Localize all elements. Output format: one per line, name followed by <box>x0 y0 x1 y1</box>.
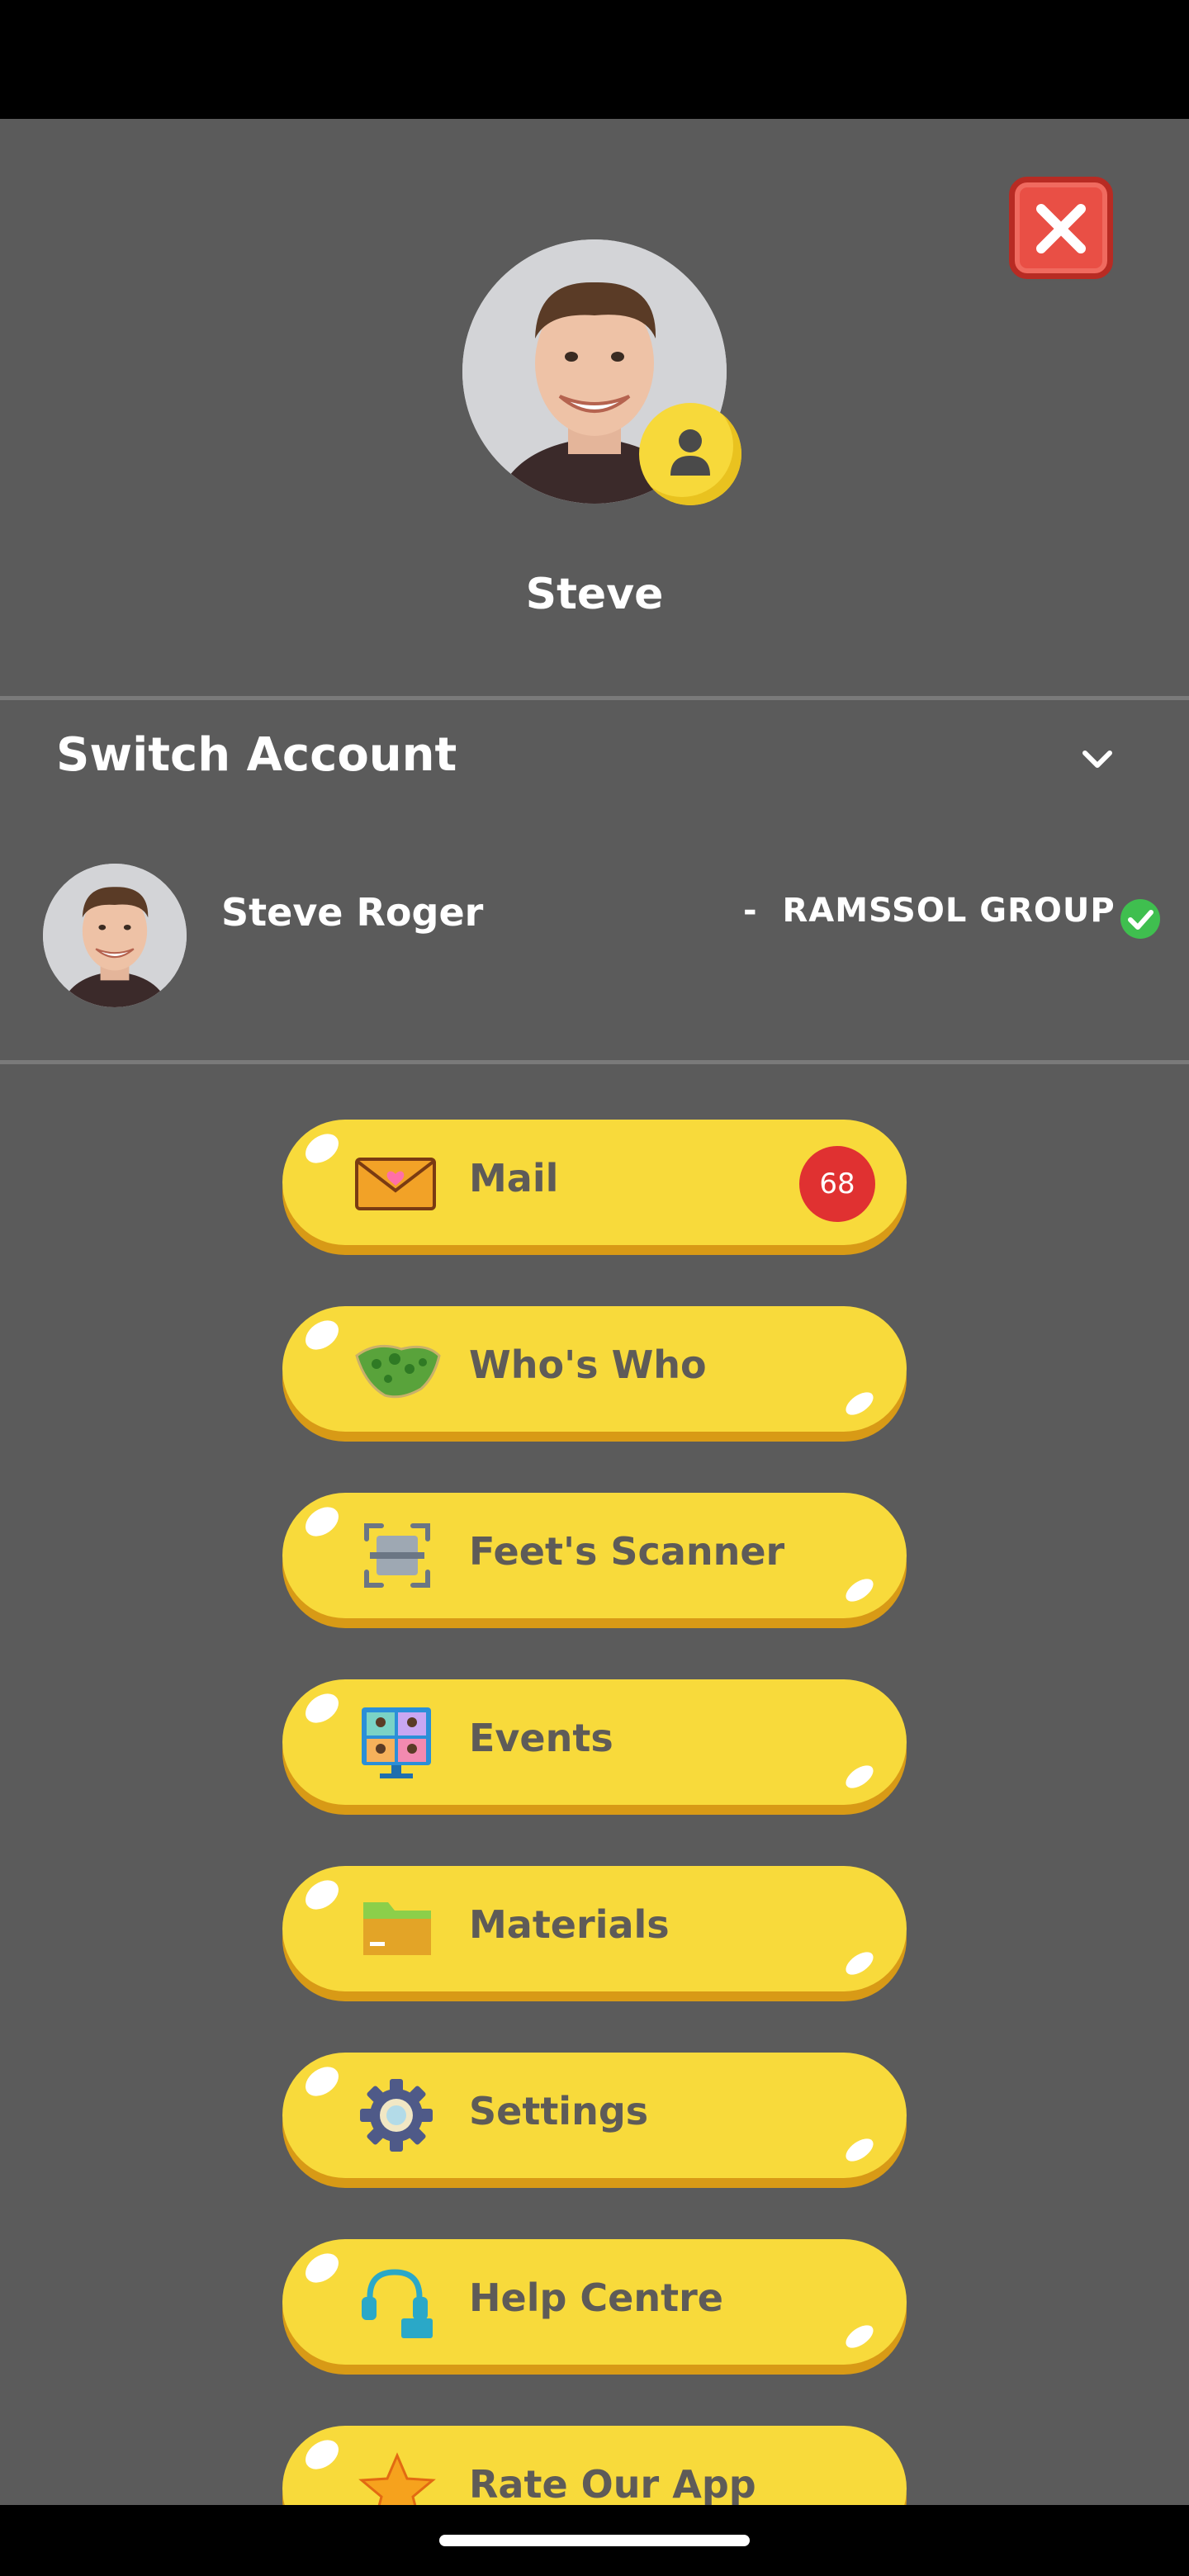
shine-highlight <box>300 1128 344 1169</box>
menu-label: Materials <box>469 1902 670 1947</box>
shine-highlight <box>841 1947 878 1980</box>
account-avatar-image <box>43 864 187 1007</box>
menu-label: Mail <box>469 1156 559 1200</box>
verified-check-icon <box>1120 899 1160 939</box>
shine-highlight <box>300 1688 344 1729</box>
map-icon <box>355 1344 441 1399</box>
org-label: RAMSSOL GROUP <box>782 892 1116 930</box>
shine-highlight <box>841 1574 878 1607</box>
scanner-icon <box>364 1523 430 1588</box>
shine-highlight <box>300 1874 344 1915</box>
account-avatar <box>43 864 187 1007</box>
person-icon <box>670 429 710 476</box>
video-call-icon <box>362 1707 431 1778</box>
chevron-down-icon[interactable] <box>1077 745 1118 774</box>
shine-highlight <box>300 2247 344 2289</box>
org-separator: - <box>743 892 758 930</box>
menu-label: Settings <box>469 2089 649 2133</box>
divider <box>0 696 1189 700</box>
folder-icon <box>363 1902 431 1955</box>
mail-icon <box>355 1158 436 1210</box>
close-button[interactable] <box>1009 177 1113 279</box>
menu-button-whos-who[interactable]: Who's Who <box>282 1306 907 1432</box>
shine-highlight <box>300 2061 344 2102</box>
home-indicator[interactable] <box>439 2535 750 2546</box>
status-bar <box>0 0 1189 119</box>
shine-highlight <box>841 1387 878 1420</box>
menu-label: Who's Who <box>469 1342 707 1387</box>
close-icon <box>1036 204 1086 253</box>
shine-highlight <box>841 1760 878 1793</box>
menu-label: Events <box>469 1716 613 1760</box>
gear-icon <box>360 2079 433 2152</box>
profile-name: Steve <box>525 570 664 619</box>
profile-avatar[interactable] <box>462 239 741 505</box>
switch-account-title: Switch Account <box>56 728 457 782</box>
menu-button-help-centre[interactable]: Help Centre <box>282 2239 907 2365</box>
shine-highlight <box>300 2434 344 2475</box>
account-organization: - RAMSSOL GROUP <box>743 892 1116 930</box>
divider <box>0 1060 1189 1064</box>
menu-label: Rate Our App <box>469 2462 756 2507</box>
shine-highlight <box>300 1501 344 1542</box>
menu-button-materials[interactable]: Materials <box>282 1866 907 1991</box>
profile-badge <box>639 403 741 505</box>
shine-highlight <box>841 2320 878 2353</box>
menu-button-events[interactable]: Events <box>282 1679 907 1805</box>
shine-highlight <box>841 2133 878 2166</box>
account-row[interactable]: Steve Roger - RAMSSOL GROUP <box>0 859 1189 1007</box>
shine-highlight <box>300 1314 344 1356</box>
mail-count-badge: 68 <box>799 1146 875 1222</box>
menu-button-mail[interactable]: Mail 68 <box>282 1120 907 1245</box>
menu-label: Help Centre <box>469 2275 723 2320</box>
menu-label: Feet's Scanner <box>469 1529 785 1574</box>
menu-button-feets-scanner[interactable]: Feet's Scanner <box>282 1493 907 1618</box>
headset-icon <box>362 2269 433 2338</box>
account-name: Steve Roger <box>221 890 484 935</box>
menu-button-settings[interactable]: Settings <box>282 2053 907 2178</box>
